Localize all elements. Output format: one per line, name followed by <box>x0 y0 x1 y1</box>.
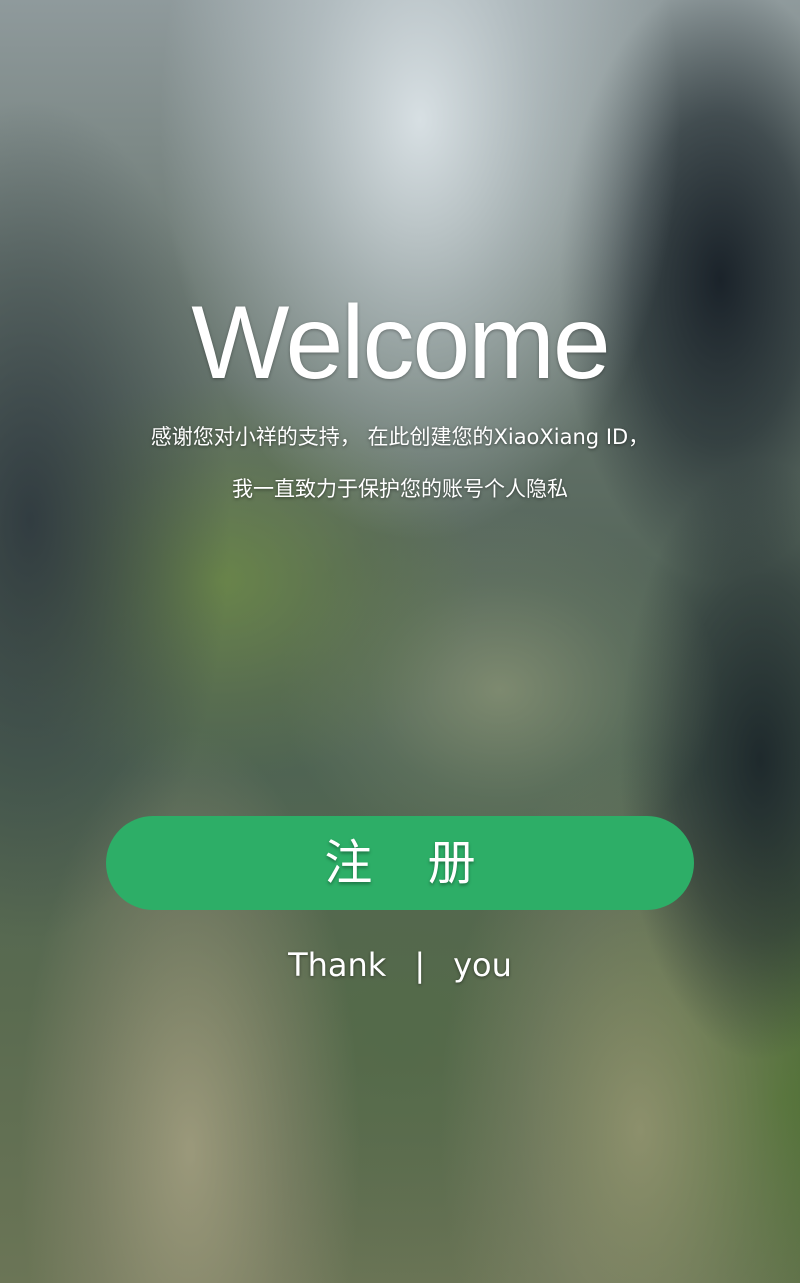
intro-text-line-2: 我一直致力于保护您的账号个人隐私 <box>232 477 568 501</box>
blurred-forest-background <box>0 0 800 1283</box>
footer-you-text: you <box>453 946 512 984</box>
footer-separator: | <box>414 946 426 984</box>
welcome-title: Welcome <box>191 285 611 401</box>
intro-text-line-1: 感谢您对小祥的支持， 在此创建您的XiaoXiang ID， <box>150 425 650 449</box>
register-button[interactable]: 注 册 <box>106 816 694 910</box>
thank-you-footer: Thank | you <box>0 940 800 990</box>
footer-thank-text: Thank <box>288 946 387 984</box>
